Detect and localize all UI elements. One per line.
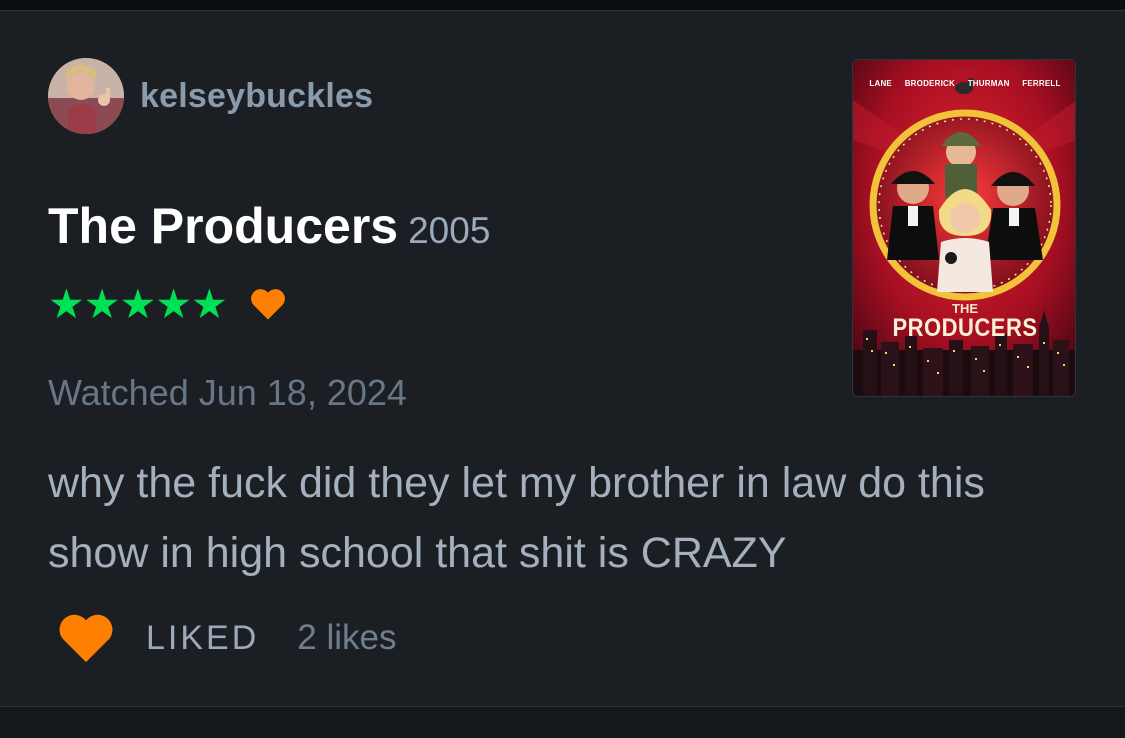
film-year[interactable]: 2005 [408, 210, 490, 252]
poster-cast-name: BRODERICK [904, 79, 955, 88]
review-author[interactable]: kelseybuckles [48, 58, 373, 134]
bottom-divider [0, 706, 1125, 707]
poster-artwork [853, 60, 1075, 396]
likes-count[interactable]: 2 likes [297, 618, 396, 658]
username[interactable]: kelseybuckles [140, 77, 373, 116]
film-poster[interactable]: LANE BRODERICK THURMAN FERRELL THE PRODU… [852, 59, 1076, 397]
rating-row: ★★★★★ [48, 280, 287, 327]
watched-date: Watched Jun 18, 2024 [48, 372, 407, 413]
heart-icon [250, 289, 285, 320]
poster-cast-name: FERRELL [1022, 79, 1061, 88]
liked-label[interactable]: LIKED [146, 619, 259, 658]
poster-cast-name: LANE [869, 79, 892, 88]
poster-cast-name: THURMAN [967, 79, 1010, 88]
star-rating: ★★★★★ [48, 280, 228, 327]
review-text: why the fuck did they let my brother in … [48, 459, 985, 577]
film-title[interactable]: The Producers [48, 197, 398, 255]
top-divider [0, 0, 1125, 11]
heart-icon[interactable] [56, 612, 116, 664]
poster-cast: LANE BRODERICK THURMAN FERRELL [853, 79, 1075, 88]
likes-row: LIKED 2 likes [56, 612, 396, 664]
poster-title: PRODUCERS [892, 313, 1038, 342]
film-heading: The Producers 2005 [48, 197, 490, 255]
avatar[interactable] [48, 58, 124, 134]
